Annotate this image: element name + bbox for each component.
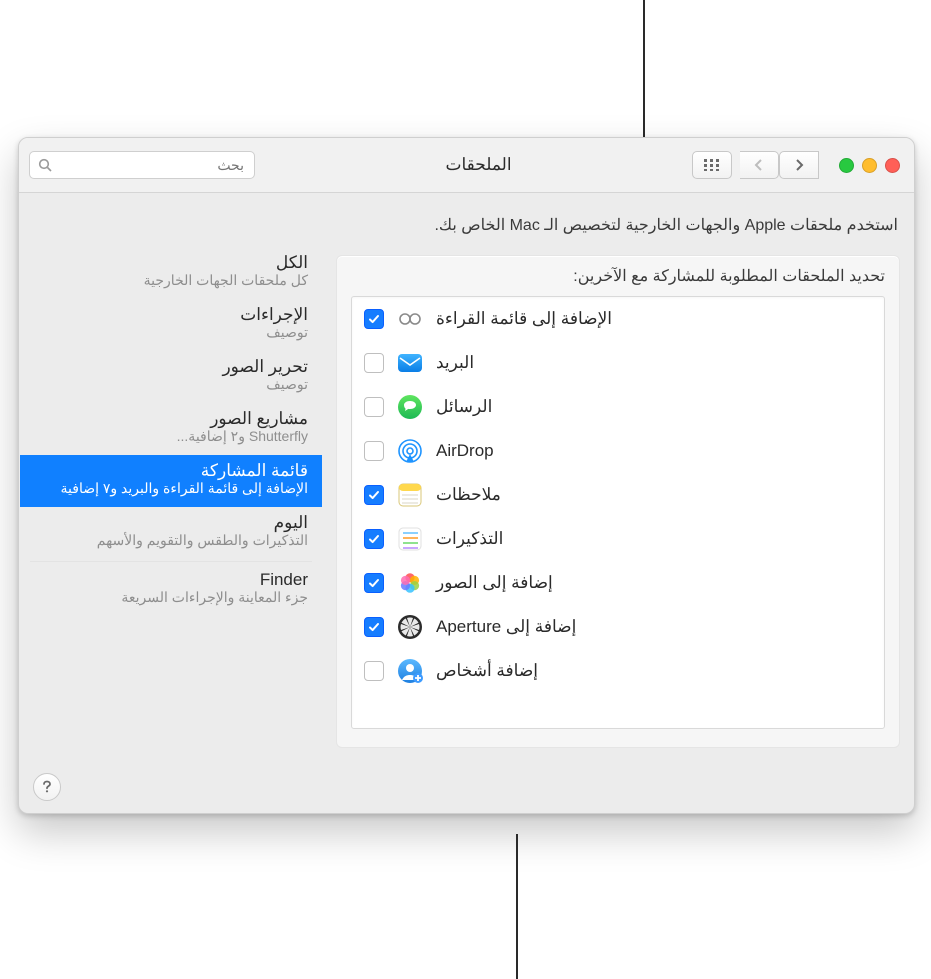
airdrop-icon — [396, 437, 424, 465]
reminders-icon — [396, 525, 424, 553]
extension-label: إضافة أشخاص — [436, 661, 538, 681]
zoom-window-button[interactable] — [839, 158, 854, 173]
sidebar-separator — [30, 561, 312, 562]
extension-label: التذكيرات — [436, 529, 503, 549]
checkmark-icon — [368, 489, 380, 501]
list-item: إضافة أشخاص — [352, 649, 884, 693]
checkmark-icon — [368, 313, 380, 325]
extension-label: إضافة إلى الصور — [436, 573, 553, 593]
window-title: الملحقات — [265, 138, 692, 192]
sidebar-item-1[interactable]: الإجراءاتتوصيف — [20, 299, 322, 351]
sidebar-item-subtitle: توصيف — [34, 324, 308, 341]
glasses-icon — [396, 305, 424, 333]
extension-label: إضافة إلى Aperture — [436, 617, 576, 637]
nav-buttons — [740, 151, 819, 179]
extensions-list: الإضافة إلى قائمة القراءة البريد الرسائل Ai… — [351, 296, 885, 729]
sidebar-item-subtitle: كل ملحقات الجهات الخارجية — [34, 272, 308, 289]
sidebar-item-subtitle: Shutterfly و٢ إضافية... — [34, 428, 308, 445]
list-item: الرسائل — [352, 385, 884, 429]
list-item: ملاحظات — [352, 473, 884, 517]
list-item: الإضافة إلى قائمة القراءة — [352, 297, 884, 341]
sidebar-item-title: الإجراءات — [34, 305, 308, 325]
notes-icon — [396, 481, 424, 509]
sidebar-item-title: قائمة المشاركة — [34, 461, 308, 481]
sidebar-item-subtitle: الإضافة إلى قائمة القراءة والبريد و٧ إضا… — [34, 480, 308, 497]
share-extensions-panel: تحديد الملحقات المطلوبة للمشاركة مع الآخ… — [336, 255, 900, 748]
sidebar: الكلكل ملحقات الجهات الخارجيةالإجراءاتتو… — [19, 247, 322, 748]
sidebar-item-4[interactable]: قائمة المشاركةالإضافة إلى قائمة القراءة … — [20, 455, 322, 507]
list-item: التذكيرات — [352, 517, 884, 561]
extension-checkbox[interactable] — [364, 397, 384, 417]
chevron-right-icon — [794, 159, 804, 171]
photos-icon — [396, 569, 424, 597]
extension-checkbox[interactable] — [364, 353, 384, 373]
panel-heading: تحديد الملحقات المطلوبة للمشاركة مع الآخ… — [351, 266, 885, 286]
window-controls — [839, 158, 900, 173]
show-all-button[interactable] — [692, 151, 732, 179]
titlebar: الملحقات — [19, 138, 914, 193]
sidebar-item-subtitle: جزء المعاينة والإجراءات السريعة — [34, 589, 308, 606]
extension-label: AirDrop — [436, 441, 494, 461]
sidebar-item-5[interactable]: اليومالتذكيرات والطقس والتقويم والأسهم — [20, 507, 322, 559]
messages-icon — [396, 393, 424, 421]
sidebar-item-0[interactable]: الكلكل ملحقات الجهات الخارجية — [20, 247, 322, 299]
checkmark-icon — [368, 357, 380, 369]
sidebar-item-subtitle: توصيف — [34, 376, 308, 393]
mail-icon — [396, 349, 424, 377]
search-icon — [38, 158, 52, 172]
sidebar-item-title: الكل — [34, 253, 308, 273]
extension-checkbox[interactable] — [364, 573, 384, 593]
extension-checkbox[interactable] — [364, 309, 384, 329]
content-area: تحديد الملحقات المطلوبة للمشاركة مع الآخ… — [322, 247, 914, 748]
extensions-pref-window: الملحقات استخدم ملحقات Apple والجهات الخ… — [18, 137, 915, 814]
nav-forward-button[interactable] — [740, 151, 779, 179]
minimize-window-button[interactable] — [862, 158, 877, 173]
sidebar-item-title: تحرير الصور — [34, 357, 308, 377]
checkmark-icon — [368, 665, 380, 677]
list-item: إضافة إلى الصور — [352, 561, 884, 605]
question-mark-icon — [41, 780, 53, 794]
sidebar-item-title: مشاريع الصور — [34, 409, 308, 429]
people-add-icon — [396, 657, 424, 685]
callout-line-bottom — [516, 834, 518, 979]
search-input[interactable] — [52, 156, 246, 174]
checkmark-icon — [368, 401, 380, 413]
aperture-icon — [396, 613, 424, 641]
extension-label: ملاحظات — [436, 485, 501, 505]
checkmark-icon — [368, 577, 380, 589]
list-item: AirDrop — [352, 429, 884, 473]
extension-label: الإضافة إلى قائمة القراءة — [436, 309, 612, 329]
list-item: البريد — [352, 341, 884, 385]
sidebar-item-6[interactable]: Finderجزء المعاينة والإجراءات السريعة — [20, 564, 322, 616]
extension-label: الرسائل — [436, 397, 492, 417]
page-description: استخدم ملحقات Apple والجهات الخارجية لتخ… — [19, 193, 914, 247]
sidebar-item-title: Finder — [34, 570, 308, 590]
extension-checkbox[interactable] — [364, 485, 384, 505]
sidebar-item-2[interactable]: تحرير الصورتوصيف — [20, 351, 322, 403]
extension-label: البريد — [436, 353, 474, 373]
sidebar-item-title: اليوم — [34, 513, 308, 533]
nav-back-button[interactable] — [779, 151, 819, 179]
list-item: إضافة إلى Aperture — [352, 605, 884, 649]
sidebar-item-subtitle: التذكيرات والطقس والتقويم والأسهم — [34, 532, 308, 549]
extension-checkbox[interactable] — [364, 617, 384, 637]
extension-checkbox[interactable] — [364, 661, 384, 681]
checkmark-icon — [368, 621, 380, 633]
extension-checkbox[interactable] — [364, 529, 384, 549]
extension-checkbox[interactable] — [364, 441, 384, 461]
help-button[interactable] — [33, 773, 61, 801]
checkmark-icon — [368, 533, 380, 545]
search-field[interactable] — [29, 151, 255, 179]
close-window-button[interactable] — [885, 158, 900, 173]
grid-icon — [704, 159, 720, 171]
sidebar-item-3[interactable]: مشاريع الصورShutterfly و٢ إضافية... — [20, 403, 322, 455]
checkmark-icon — [368, 445, 380, 457]
chevron-left-icon — [754, 159, 764, 171]
